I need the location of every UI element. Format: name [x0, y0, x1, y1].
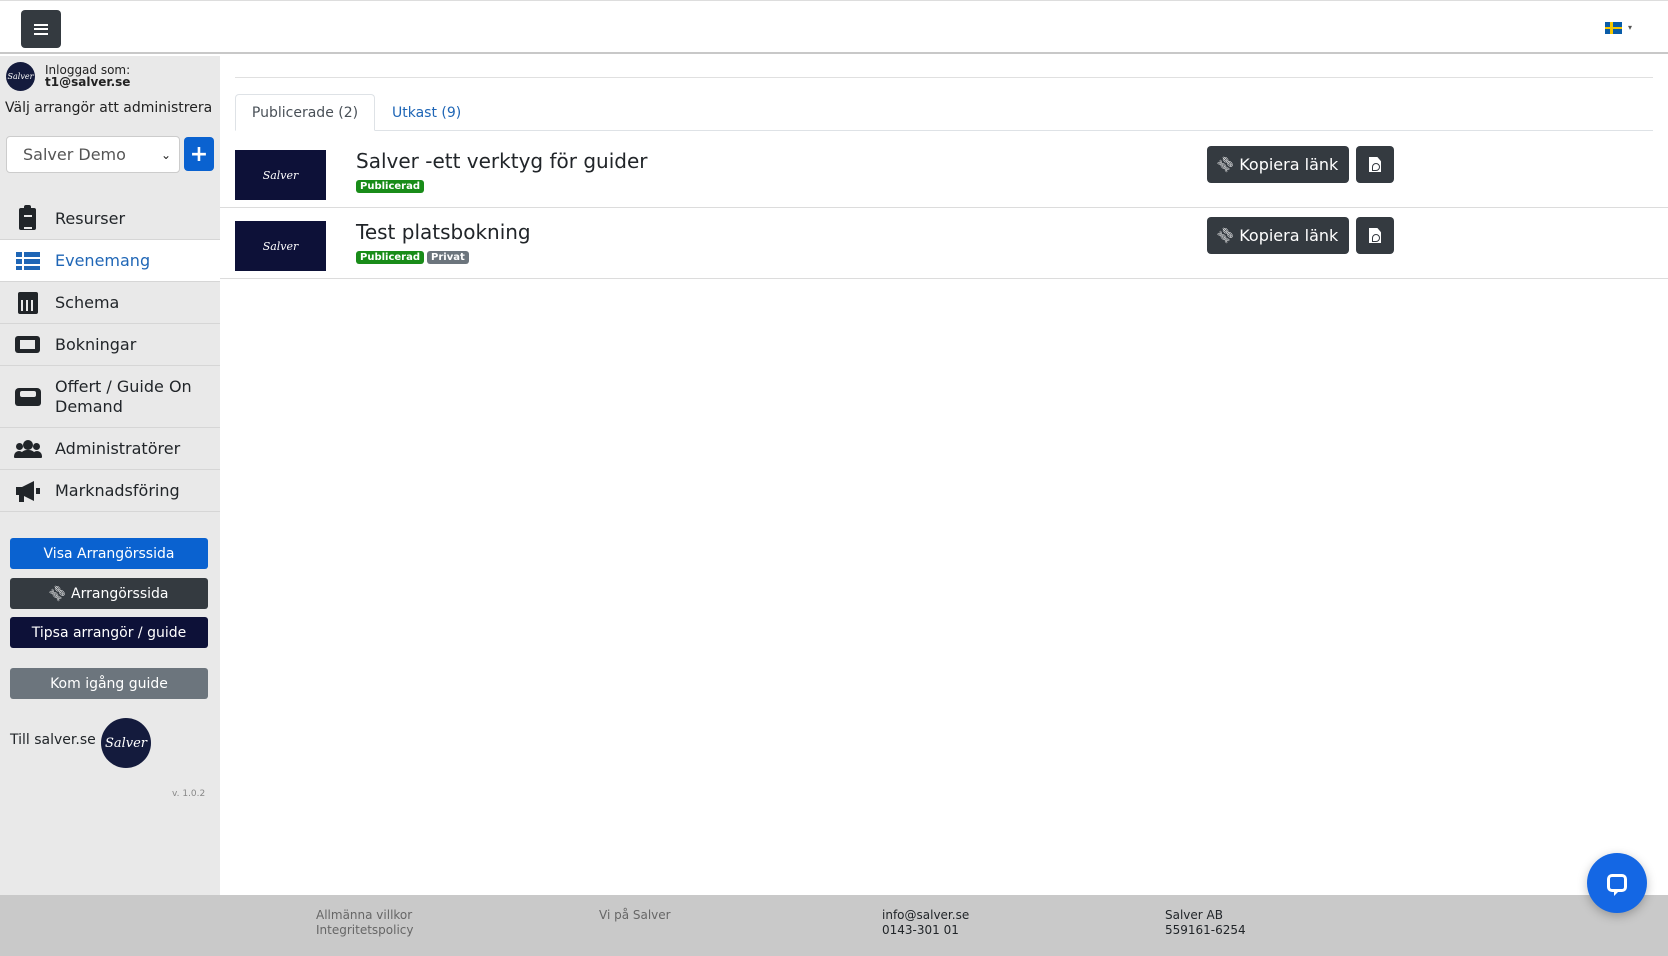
organizer-select[interactable]: Salver Demo ⌄	[6, 136, 180, 173]
sidebar-item-administratorer[interactable]: Administratörer	[0, 428, 220, 470]
sidebar-item-label: Offert / Guide On Demand	[55, 376, 192, 416]
get-started-guide-button[interactable]: Kom igång guide	[10, 668, 208, 699]
sidebar-item-label: Resurser	[55, 208, 126, 228]
event-thumbnail: Salver	[235, 221, 326, 271]
event-thumbnail: Salver	[235, 150, 326, 200]
event-thumbnail-text: Salver	[262, 168, 299, 182]
terms-link[interactable]: Allmänna villkor	[316, 908, 414, 923]
sidebar-item-label: Evenemang	[55, 250, 151, 270]
sidebar-item-label: Bokningar	[55, 334, 137, 354]
sidebar-nav: Resurser Evenemang Schema Bokningar Offe…	[0, 198, 220, 512]
event-tabs: Publicerade (2) Utkast (9)	[235, 94, 1653, 131]
copy-link-label: Kopiera länk	[1239, 155, 1339, 174]
version-label: v. 1.0.2	[172, 789, 206, 799]
event-row[interactable]: Salver Test platsbokning Publicerad Priv…	[220, 208, 1668, 279]
chevron-down-icon: ⌄	[160, 148, 171, 162]
copy-link-label: Kopiera länk	[1239, 226, 1339, 245]
sweden-flag-icon[interactable]	[1605, 22, 1622, 34]
chevron-down-icon[interactable]: ▾	[1628, 23, 1632, 32]
inbox-icon	[0, 387, 55, 406]
sidebar-item-resurser[interactable]: Resurser	[0, 198, 220, 240]
event-title[interactable]: Test platsbokning	[356, 220, 531, 244]
pdf-icon	[1369, 157, 1381, 172]
footer-legal: Allmänna villkor Integritetspolicy	[316, 908, 414, 938]
privacy-link[interactable]: Integritetspolicy	[316, 923, 414, 938]
pdf-icon	[1369, 228, 1381, 243]
event-badges: Publicerad Privat	[356, 251, 469, 264]
divider	[235, 77, 1653, 78]
sidebar-item-label: Schema	[55, 292, 120, 312]
phone-text: 0143-301 01	[882, 923, 959, 937]
sidebar-item-label: Administratörer	[55, 438, 181, 458]
copy-link-button[interactable]: ⛓ Kopiera länk	[1207, 217, 1349, 254]
organizer-page-link-button[interactable]: ⛓ Arrangörssida	[10, 578, 208, 609]
link-icon: ⛓	[1214, 153, 1238, 176]
footer-contact: info@salver.se 0143-301 01	[882, 908, 969, 938]
sidebar-item-evenemang[interactable]: Evenemang	[0, 240, 220, 282]
email-link[interactable]: info@salver.se	[882, 908, 969, 923]
copy-link-button[interactable]: ⛓ Kopiera länk	[1207, 146, 1349, 183]
salver-logo[interactable]: Salver	[101, 718, 151, 768]
private-badge: Privat	[427, 251, 469, 264]
tab-publicerade[interactable]: Publicerade (2)	[235, 94, 375, 131]
pdf-button[interactable]	[1356, 217, 1394, 254]
footer-about: Vi på Salver	[599, 908, 671, 923]
recommend-button[interactable]: Tipsa arrangör / guide	[10, 617, 208, 648]
footer: Allmänna villkor Integritetspolicy Vi på…	[0, 895, 1668, 956]
pdf-button[interactable]	[1356, 146, 1394, 183]
clipboard-icon	[0, 204, 55, 230]
calendar-icon	[0, 291, 55, 314]
sidebar-item-marknadsforing[interactable]: Marknadsföring	[0, 470, 220, 512]
org-number: 559161-6254	[1165, 923, 1246, 937]
footer-company: Salver AB 559161-6254	[1165, 908, 1246, 938]
tab-utkast[interactable]: Utkast (9)	[376, 94, 477, 131]
megaphone-icon	[0, 480, 55, 502]
event-badges: Publicerad	[356, 180, 425, 193]
link-icon: ⛓	[1214, 224, 1238, 247]
link-icon: ⛓	[46, 582, 69, 605]
about-link[interactable]: Vi på Salver	[599, 908, 671, 923]
top-navbar: ▾	[0, 0, 1668, 54]
event-thumbnail-text: Salver	[262, 239, 299, 253]
choose-organizer-label: Välj arrangör att administrera	[5, 100, 213, 116]
user-email: t1@salver.se	[45, 75, 131, 89]
main-content: Publicerade (2) Utkast (9) Salver Salver…	[220, 56, 1668, 895]
status-badge: Publicerad	[356, 251, 425, 264]
sidebar-item-bokningar[interactable]: Bokningar	[0, 324, 220, 366]
ticket-icon	[0, 336, 55, 353]
sidebar-item-schema[interactable]: Schema	[0, 282, 220, 324]
status-badge: Publicerad	[356, 180, 425, 193]
company-name: Salver AB	[1165, 908, 1223, 922]
users-icon	[0, 439, 55, 458]
organizer-select-value: Salver Demo	[23, 145, 126, 164]
chat-icon	[1607, 874, 1627, 892]
add-organizer-button[interactable]: +	[184, 137, 214, 171]
organizer-page-link-label: Arrangörssida	[71, 585, 169, 602]
event-title[interactable]: Salver -ett verktyg för guider	[356, 149, 647, 173]
chat-button[interactable]	[1587, 853, 1647, 913]
sidebar-item-label: Marknadsföring	[55, 480, 180, 500]
show-organizer-page-button[interactable]: Visa Arrangörssida	[10, 538, 208, 569]
to-salver-link[interactable]: Till salver.se	[10, 732, 96, 748]
list-icon	[0, 251, 55, 270]
sidebar: Salver Inloggad som: t1@salver.se Välj a…	[0, 56, 220, 895]
sidebar-item-offert[interactable]: Offert / Guide On Demand	[0, 366, 220, 428]
hamburger-menu-icon[interactable]	[21, 10, 61, 48]
event-row[interactable]: Salver Salver -ett verktyg för guider Pu…	[220, 137, 1668, 208]
avatar: Salver	[6, 62, 35, 91]
